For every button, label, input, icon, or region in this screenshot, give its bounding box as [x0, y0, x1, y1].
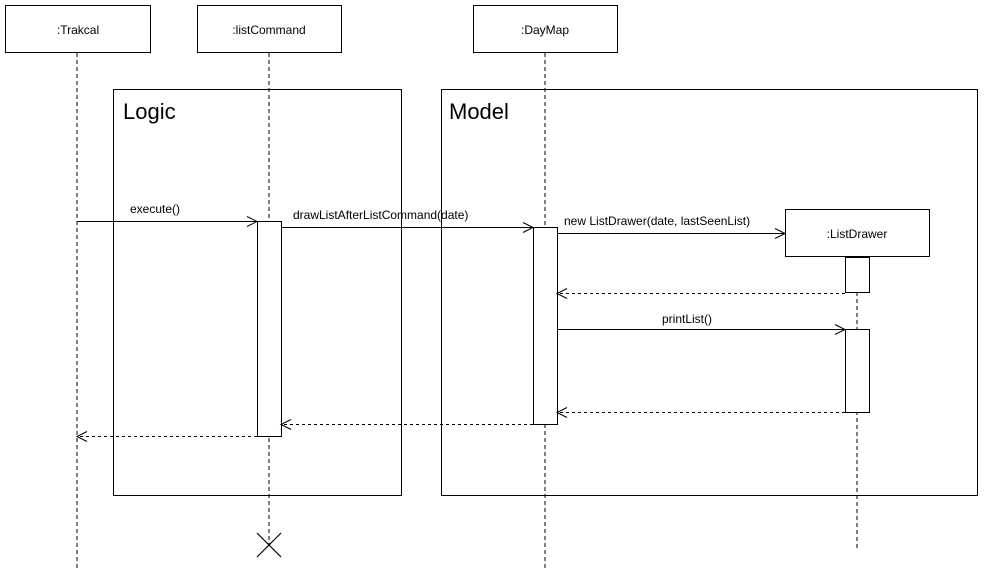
sequence-diagram: Logic Model :Trakcal :listCommand :DayMa…: [5, 5, 978, 568]
participant-listcommand-label: :listCommand: [232, 23, 305, 37]
participant-listcommand: :listCommand: [197, 5, 342, 53]
daymap-activation: [533, 227, 558, 425]
return-draw-list: [279, 419, 533, 430]
logic-frame-title: Logic: [123, 99, 176, 124]
message-draw-list: drawListAfterListCommand(date): [281, 208, 535, 233]
message-execute-label: execute(): [130, 202, 180, 216]
model-frame: Model: [441, 89, 978, 496]
message-print-list-label: printList(): [662, 312, 712, 326]
return-print-list: [555, 407, 845, 418]
return-list-drawer-created: [555, 288, 845, 299]
return-execute: [75, 431, 257, 442]
participant-listdrawer-label: :ListDrawer: [827, 227, 888, 241]
participant-trakcal-label: :Trakcal: [57, 23, 99, 37]
message-draw-list-label: drawListAfterListCommand(date): [293, 208, 468, 222]
model-frame-title: Model: [449, 99, 509, 124]
message-new-list-drawer-label: new ListDrawer(date, lastSeenList): [564, 214, 750, 228]
participant-trakcal: :Trakcal: [5, 5, 151, 53]
participant-listdrawer: :ListDrawer: [785, 209, 930, 257]
participant-daymap-label: :DayMap: [521, 23, 569, 37]
listdrawer-activation-2: [845, 329, 870, 413]
listdrawer-activation-1: [845, 257, 870, 293]
message-print-list: printList(): [557, 312, 847, 335]
message-new-list-drawer: new ListDrawer(date, lastSeenList): [557, 214, 787, 239]
listcommand-activation: [257, 221, 282, 437]
message-execute: execute(): [77, 202, 259, 227]
participant-daymap: :DayMap: [473, 5, 618, 53]
